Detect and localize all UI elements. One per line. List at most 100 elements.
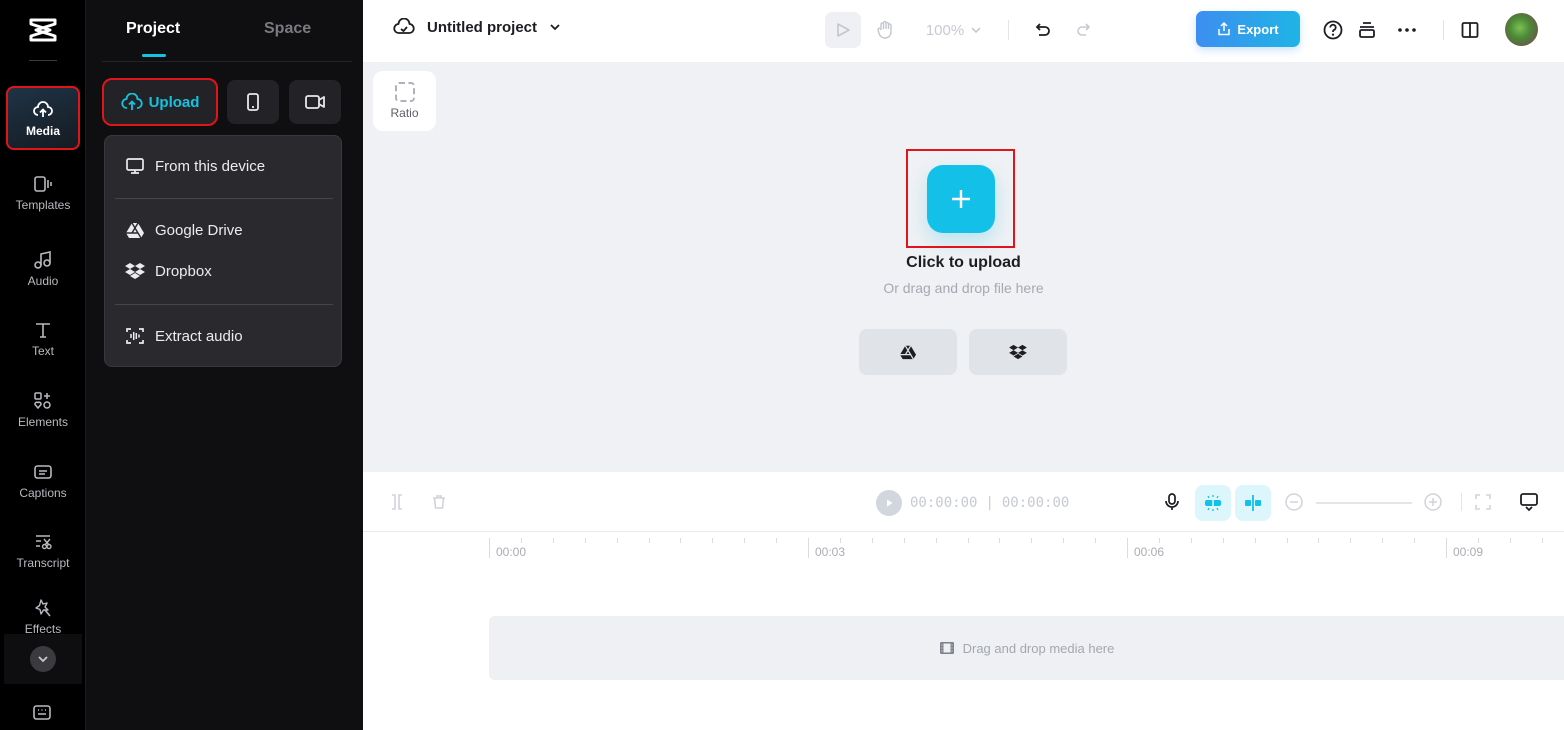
menu-item-label: Google Drive — [155, 221, 243, 239]
menu-item-dropbox[interactable]: Dropbox — [105, 253, 341, 289]
rail-item-text[interactable]: Text — [6, 306, 80, 370]
ruler-minor-tick — [1414, 538, 1415, 543]
upload-plus-highlight — [906, 149, 1015, 248]
ruler-minor-tick — [872, 538, 873, 543]
click-to-upload-button[interactable] — [926, 164, 995, 233]
ruler-major-mark — [1127, 538, 1128, 558]
ruler-minor-tick — [553, 538, 554, 543]
ruler-minor-tick — [1350, 538, 1351, 543]
timeline-ruler[interactable]: 00:00 00:03 00:06 00:09 — [363, 532, 1564, 572]
capcut-editor: Media Templates Audio Text Elements Capt… — [0, 0, 1564, 730]
rail-item-label: Elements — [17, 414, 69, 429]
timeline-zoom-slider[interactable] — [1316, 502, 1412, 504]
rail-item-templates[interactable]: Templates — [6, 160, 80, 224]
undo-icon — [1035, 23, 1050, 36]
ratio-button[interactable]: Ratio — [373, 71, 436, 131]
ruler-minor-tick — [776, 538, 777, 543]
extract-audio-icon — [125, 326, 145, 346]
google-drive-icon — [900, 345, 916, 360]
ruler-major-mark — [489, 538, 490, 558]
rail-item-elements[interactable]: Elements — [6, 377, 80, 441]
playback-time: 00:00:00 | 00:00:00 — [876, 490, 1069, 516]
export-button[interactable]: Export — [1196, 11, 1300, 47]
select-tool-button[interactable] — [825, 12, 861, 48]
ruler-minor-tick — [1095, 538, 1096, 543]
hand-tool-button[interactable] — [871, 12, 899, 48]
video-camera-icon — [305, 95, 325, 109]
share-upload-icon — [1218, 22, 1231, 36]
monitor-icon — [125, 156, 145, 176]
record-video-button[interactable] — [289, 80, 341, 124]
split-panel-icon — [1461, 22, 1479, 38]
redo-button[interactable] — [1069, 12, 1097, 48]
expand-more-button[interactable] — [30, 646, 56, 672]
timeline-toolbar: 00:00:00 | 00:00:00 — [363, 472, 1564, 532]
user-avatar[interactable] — [1505, 13, 1538, 46]
undo-button[interactable] — [1029, 12, 1057, 48]
ruler-minor-tick — [840, 538, 841, 543]
ruler-minor-tick — [521, 538, 522, 543]
google-drive-icon — [125, 220, 145, 240]
ruler-minor-tick — [1318, 538, 1319, 543]
help-button[interactable] — [1319, 12, 1347, 48]
ruler-minor-tick — [1031, 538, 1032, 543]
more-options-button[interactable] — [1393, 12, 1421, 48]
phone-icon — [247, 93, 259, 111]
cloud-upload-icon — [32, 99, 54, 121]
rail-item-label: Captions — [19, 485, 67, 500]
upload-subtitle: Or drag and drop file here — [883, 280, 1044, 296]
zoom-in-button[interactable] — [1421, 490, 1445, 514]
ruler-minor-tick — [1287, 538, 1288, 543]
record-voiceover-button[interactable] — [1160, 490, 1184, 514]
toolbar-divider — [1443, 20, 1444, 40]
google-drive-button[interactable] — [859, 329, 957, 375]
toggle-layout-button[interactable] — [1456, 12, 1484, 48]
zoom-level-dropdown[interactable]: 100% — [921, 12, 987, 48]
ruler-minor-tick — [968, 538, 969, 543]
tab-project[interactable]: Project — [126, 20, 180, 38]
upload-button[interactable]: Upload — [102, 78, 218, 126]
project-title-dropdown[interactable]: Untitled project — [393, 18, 561, 36]
active-tab-indicator — [142, 54, 166, 57]
play-button[interactable] — [876, 490, 902, 516]
ruler-minor-tick — [999, 538, 1000, 543]
zoom-out-button[interactable] — [1282, 490, 1306, 514]
rail-item-label: Audio — [27, 273, 59, 288]
delete-button[interactable] — [427, 490, 451, 514]
rail-item-label: Media — [25, 123, 60, 138]
tab-space[interactable]: Space — [264, 20, 311, 38]
comments-button[interactable] — [1517, 490, 1541, 514]
pointer-icon — [837, 23, 850, 37]
rail-item-audio[interactable]: Audio — [6, 236, 80, 300]
rail-item-transcript[interactable]: Transcript — [6, 518, 80, 582]
menu-item-extract-audio[interactable]: Extract audio — [105, 318, 341, 354]
auto-snap-toggle[interactable] — [1195, 485, 1231, 521]
fit-timeline-button[interactable] — [1471, 490, 1495, 514]
rail-item-captions[interactable]: Captions — [6, 448, 80, 512]
split-button[interactable] — [385, 490, 409, 514]
menu-divider — [115, 304, 333, 305]
film-strip-icon — [939, 642, 954, 654]
capcut-logo-icon[interactable] — [26, 16, 60, 44]
hand-icon — [877, 20, 892, 39]
keyboard-shortcuts-icon[interactable] — [32, 704, 52, 727]
text-icon — [32, 319, 54, 341]
ruler-minor-tick — [1510, 538, 1511, 543]
rail-item-media[interactable]: Media — [6, 86, 80, 150]
dropbox-button[interactable] — [969, 329, 1067, 375]
menu-item-google-drive[interactable]: Google Drive — [105, 212, 341, 248]
ruler-minor-tick — [904, 538, 905, 543]
ratio-label: Ratio — [390, 106, 419, 120]
linkage-toggle[interactable] — [1235, 485, 1271, 521]
top-bar: Untitled project 100% Export — [363, 0, 1564, 62]
ruler-major-mark — [1446, 538, 1447, 558]
captions-icon — [32, 461, 54, 483]
media-drop-track[interactable]: Drag and drop media here — [489, 616, 1564, 680]
stack-icon — [1359, 22, 1375, 38]
redo-icon — [1077, 23, 1091, 36]
layers-button[interactable] — [1353, 12, 1381, 48]
effects-wand-icon — [32, 597, 54, 619]
menu-item-from-device[interactable]: From this device — [105, 148, 341, 184]
phone-upload-button[interactable] — [227, 80, 279, 124]
ruler-minor-tick — [1382, 538, 1383, 543]
